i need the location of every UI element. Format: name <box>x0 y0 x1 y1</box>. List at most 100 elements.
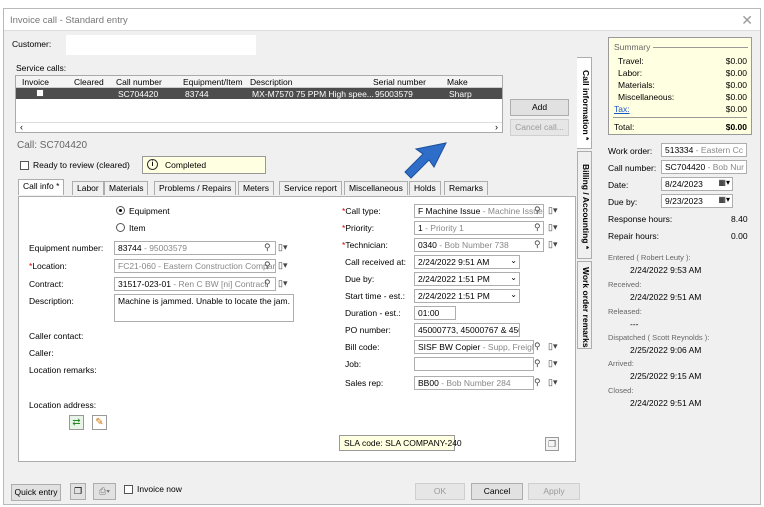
sla-badge: SLA code: SLA COMPANY-240 <box>339 435 462 451</box>
lookup-dropdown-icon[interactable]: ▯▾ <box>548 205 557 216</box>
printer-icon[interactable]: ⎙▾ <box>93 483 116 500</box>
row-description: MX-M7570 75 PPM High spee... <box>252 89 374 99</box>
col-call-number[interactable]: Call number <box>116 77 162 87</box>
priority-field[interactable]: 1 - Priority 1 <box>414 221 544 235</box>
copy-icon[interactable]: ❐ <box>70 483 86 500</box>
bill-code-field[interactable]: SISF BW Copier - Supp, Freight, <box>414 340 534 354</box>
search-icon[interactable]: ⚲ <box>534 205 541 216</box>
contract-label: Contract: <box>29 279 64 289</box>
equipment-radio-label: Equipment <box>129 206 170 216</box>
equipment-radio[interactable] <box>116 206 125 215</box>
call-type-label: *Call type: <box>342 206 381 216</box>
equipment-number-value: 83744 <box>118 243 142 253</box>
col-serial[interactable]: Serial number <box>373 77 426 87</box>
tab-problems-repairs[interactable]: Problems / Repairs <box>154 181 237 195</box>
apply-button[interactable]: Apply <box>528 483 580 500</box>
po-number-field[interactable]: 45000773, 45000767 & 450 <box>414 323 520 337</box>
quick-entry-button[interactable]: Quick entry <box>11 484 61 501</box>
call-number-field[interactable]: SC704420 - Bob Nur <box>661 160 747 174</box>
ok-button[interactable]: OK <box>415 483 465 500</box>
lookup-dropdown-icon[interactable]: ▯▾ <box>278 278 287 289</box>
technician-field[interactable]: 0340 - Bob Number 738 <box>414 238 544 252</box>
chevron-down-icon[interactable]: ⌄ <box>510 256 517 265</box>
horizontal-scrollbar[interactable]: ‹ › <box>16 122 502 133</box>
customer-label: Customer: <box>12 39 52 49</box>
customer-field[interactable] <box>66 35 256 55</box>
chevron-down-icon[interactable]: ⌄ <box>510 290 517 299</box>
date-field[interactable]: 8/24/2023 ▦▾ <box>661 177 733 191</box>
col-description[interactable]: Description <box>250 77 293 87</box>
search-icon[interactable]: ⚲ <box>534 341 541 352</box>
search-icon[interactable]: ⚲ <box>264 242 271 253</box>
search-icon[interactable]: ⚲ <box>264 260 271 271</box>
ready-to-review-checkbox[interactable] <box>20 161 29 170</box>
calendar-icon[interactable]: ▦▾ <box>718 178 730 187</box>
status-badge: i Completed <box>142 156 266 174</box>
scroll-right-icon[interactable]: › <box>495 122 498 132</box>
lookup-dropdown-icon[interactable]: ▯▾ <box>548 358 557 369</box>
lookup-dropdown-icon[interactable]: ▯▾ <box>278 260 287 271</box>
total-label: Total: <box>614 122 635 132</box>
lookup-dropdown-icon[interactable]: ▯▾ <box>548 341 557 352</box>
description-field[interactable]: Machine is jammed. Unable to locate the … <box>114 294 294 322</box>
location-field[interactable]: FC21-060 - Eastern Construction Compar <box>114 259 276 273</box>
tab-call-info[interactable]: Call info * <box>18 179 65 195</box>
search-icon[interactable]: ⚲ <box>534 377 541 388</box>
vtab-call-information[interactable]: Call information * <box>577 57 592 149</box>
invoice-now-checkbox[interactable] <box>124 485 133 494</box>
tab-materials[interactable]: Materials <box>104 181 149 195</box>
row-equipment: 83744 <box>185 89 209 99</box>
col-cleared[interactable]: Cleared <box>74 77 104 87</box>
call-type-value: F Machine Issue <box>418 206 481 216</box>
item-radio[interactable] <box>116 223 125 232</box>
tab-service-report[interactable]: Service report <box>279 181 342 195</box>
equipment-number-field[interactable]: 83744 - 95003579 <box>114 241 276 255</box>
close-icon[interactable]: ✕ <box>741 12 753 29</box>
lookup-dropdown-icon[interactable]: ▯▾ <box>548 377 557 388</box>
search-icon[interactable]: ⚲ <box>534 222 541 233</box>
cancel-button[interactable]: Cancel <box>471 483 523 500</box>
cancel-call-button[interactable]: Cancel call... <box>510 119 569 136</box>
swap-icon[interactable]: ⇄ <box>69 415 84 430</box>
scroll-left-icon[interactable]: ‹ <box>20 122 23 132</box>
item-radio-label: Item <box>129 223 146 233</box>
tab-miscellaneous[interactable]: Miscellaneous <box>344 181 408 195</box>
search-icon[interactable]: ⚲ <box>264 278 271 289</box>
row-call-number: SC704420 <box>118 89 159 99</box>
start-time-field[interactable]: 2/24/2022 1:51 PM ⌄ <box>414 289 520 303</box>
calendar-icon[interactable]: ▦▾ <box>718 195 730 204</box>
call-type-field[interactable]: F Machine Issue - Machine Issue <box>414 204 544 218</box>
search-icon[interactable]: ⚲ <box>534 239 541 250</box>
invoice-checkbox[interactable] <box>36 89 44 97</box>
col-invoice[interactable]: Invoice <box>22 77 49 87</box>
side-due-by-field[interactable]: 9/23/2023 ▦▾ <box>661 194 733 208</box>
copy-icon[interactable]: ❐ <box>545 437 559 451</box>
lookup-dropdown-icon[interactable]: ▯▾ <box>548 239 557 250</box>
vtab-work-order-remarks[interactable]: Work order remarks <box>577 261 592 349</box>
edit-icon[interactable]: ✎ <box>92 415 107 430</box>
duration-field[interactable]: 01:00 <box>414 306 456 320</box>
contract-field[interactable]: 31517-023-01 - Ren C BW [ni] Contract <box>114 277 276 291</box>
call-received-field[interactable]: 2/24/2022 9:51 AM ⌄ <box>414 255 520 269</box>
chevron-down-icon[interactable]: ⌄ <box>510 273 517 282</box>
vtab-billing-accounting[interactable]: Billing / Accounting * <box>577 151 592 259</box>
add-button[interactable]: Add <box>510 99 569 116</box>
lookup-dropdown-icon[interactable]: ▯▾ <box>278 242 287 253</box>
tab-meters[interactable]: Meters <box>238 181 274 195</box>
table-row[interactable]: SC704420 83744 MX-M7570 75 PPM High spee… <box>16 88 502 99</box>
search-icon[interactable]: ⚲ <box>534 358 541 369</box>
work-order-field[interactable]: 513334 - Eastern Cc <box>661 143 747 157</box>
tab-holds[interactable]: Holds <box>409 181 441 195</box>
col-equipment[interactable]: Equipment/Item <box>183 77 243 87</box>
tab-remarks[interactable]: Remarks <box>444 181 489 195</box>
col-make[interactable]: Make <box>447 77 468 87</box>
repair-hours-value: 0.00 <box>731 231 748 241</box>
due-by-field[interactable]: 2/24/2022 1:51 PM ⌄ <box>414 272 520 286</box>
sales-rep-field[interactable]: BB00 - Bob Number 284 <box>414 376 534 390</box>
window-title: Invoice call - Standard entry <box>10 15 128 26</box>
repair-hours-label: Repair hours: <box>608 231 660 241</box>
tax-link[interactable]: Tax: <box>614 104 630 114</box>
tab-labor[interactable]: Labor <box>72 181 104 195</box>
job-field[interactable] <box>414 357 534 371</box>
lookup-dropdown-icon[interactable]: ▯▾ <box>548 222 557 233</box>
